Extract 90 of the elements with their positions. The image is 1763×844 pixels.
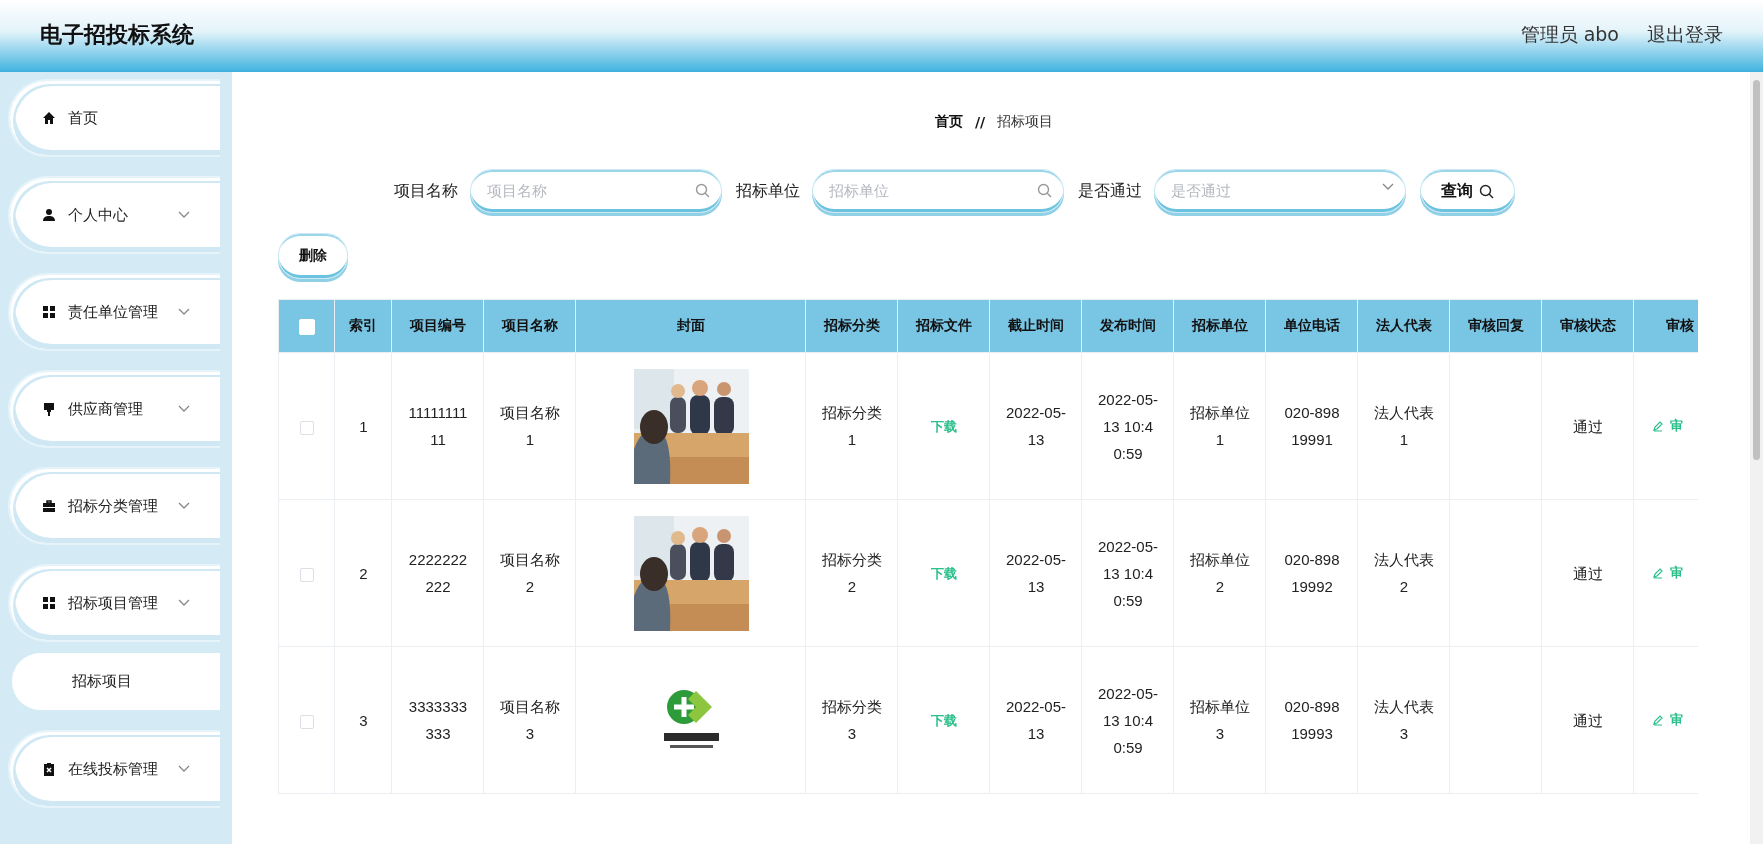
column-header: 审核状态 [1559, 317, 1616, 333]
chevron-down-icon [1381, 183, 1394, 191]
table-cell: 020-89819991 [1284, 404, 1340, 448]
checkbox[interactable] [299, 567, 314, 582]
table-cell: 招标单位3 [1190, 698, 1250, 742]
delete-button[interactable]: 删除 [278, 233, 348, 279]
chevron-down-icon [178, 765, 190, 773]
field-label: 是否通过 [1077, 180, 1142, 202]
pencil-icon [1652, 566, 1664, 579]
sidebar-item[interactable]: 责任单位管理 [8, 273, 220, 351]
column-header: 截止时间 [1007, 317, 1064, 333]
chevron-down-icon [178, 308, 190, 316]
table-cell: 3333333333 [408, 698, 468, 742]
sidebar-item[interactable]: 在线投标管理 [8, 730, 220, 808]
table-cell: 项目名称1 [500, 404, 560, 448]
table-cell: 招标分类3 [822, 698, 882, 742]
table-cell: 2022-05-13 10:40:59 [1097, 390, 1158, 462]
chevron-down-icon [178, 502, 190, 510]
table-cell: 招标单位1 [1190, 404, 1250, 448]
select-field[interactable]: 是否通过 [1153, 169, 1406, 213]
person-icon [42, 208, 56, 222]
table-cell: 020-89819993 [1284, 698, 1340, 742]
table-cell: 2022-05-13 [1005, 551, 1066, 595]
table-cell: 1 [359, 417, 368, 435]
logout-link[interactable]: 退出登录 [1647, 22, 1723, 48]
field-label: 招标单位 [735, 180, 800, 202]
column-header: 审核回复 [1467, 317, 1524, 333]
table-cell: 2022-05-13 10:40:59 [1097, 684, 1158, 756]
table-cell: 通过 [1573, 417, 1603, 435]
table-cell: 2022-05-13 [1005, 404, 1066, 448]
table-cell: 法人代表2 [1374, 551, 1434, 595]
chevron-down-icon [178, 211, 190, 219]
table-cell: 2022-05-13 [1005, 698, 1066, 742]
clipboard-icon [42, 762, 56, 776]
column-header: 单位电话 [1283, 317, 1340, 333]
user-label: 管理员 abo [1520, 22, 1619, 47]
breadcrumb-separator: // [974, 114, 986, 130]
table-cell: 招标分类2 [822, 551, 882, 595]
search-icon [1036, 183, 1052, 198]
table-cell: 招标分类1 [822, 404, 882, 448]
table-cell: 通过 [1573, 711, 1603, 729]
table-cell: 3 [359, 711, 368, 729]
home-icon [42, 111, 56, 125]
sidebar-item[interactable]: 招标项目管理 [8, 564, 220, 642]
column-header: 项目编号 [409, 317, 466, 333]
table-cell: 2222222222 [408, 551, 468, 595]
grid-icon [42, 596, 56, 610]
query-button[interactable]: 查询 [1419, 169, 1515, 213]
sidebar-item[interactable]: 首页 [8, 79, 220, 157]
pencil-icon [1652, 713, 1664, 726]
breadcrumb-current: 招标项目 [997, 113, 1054, 131]
search-field[interactable]: 招标单位 [811, 169, 1064, 213]
column-header: 招标分类 [823, 317, 880, 333]
column-header: 索引 [349, 317, 377, 333]
column-header: 审核 [1665, 317, 1694, 333]
search-field[interactable]: 项目名称 [469, 169, 722, 213]
sidebar-item[interactable]: 供应商管理 [8, 370, 220, 448]
brush-icon [42, 402, 56, 416]
grid-icon [42, 305, 56, 319]
chevron-down-icon [178, 405, 190, 413]
table-cell: 2022-05-13 10:40:59 [1097, 537, 1158, 609]
sidebar-item[interactable]: 招标分类管理 [8, 467, 220, 545]
chevron-down-icon [178, 599, 190, 607]
breadcrumb-home[interactable]: 首页 [934, 113, 963, 131]
column-header: 招标文件 [915, 317, 972, 333]
table-cell: 招标单位2 [1190, 551, 1250, 595]
checkbox[interactable] [299, 714, 314, 729]
table-cell: 020-89819992 [1284, 551, 1340, 595]
pencil-icon [1652, 419, 1664, 432]
sidebar-item[interactable]: 个人中心 [8, 176, 220, 254]
checkbox[interactable] [299, 420, 314, 435]
sidebar-subitem[interactable]: 招标项目 [12, 653, 220, 710]
column-header: 发布时间 [1099, 317, 1156, 333]
search-icon [1478, 183, 1494, 199]
table-cell: 2 [359, 564, 368, 582]
field-label: 项目名称 [393, 180, 458, 202]
app-title: 电子招投标系统 [40, 21, 195, 49]
table-cell: 项目名称2 [500, 551, 560, 595]
table-cell: 法人代表3 [1374, 698, 1434, 742]
column-header: 招标单位 [1191, 317, 1248, 333]
search-icon [694, 183, 710, 198]
column-header: 项目名称 [501, 317, 558, 333]
table-cell: 通过 [1573, 564, 1603, 582]
table-cell: 1111111111 [408, 404, 468, 448]
table-cell: 法人代表1 [1374, 404, 1434, 448]
column-header: 封面 [676, 317, 705, 333]
column-header: 法人代表 [1375, 317, 1432, 333]
briefcase-icon [42, 499, 56, 513]
table-cell: 项目名称3 [500, 698, 560, 742]
scrollbar[interactable] [1750, 72, 1763, 844]
